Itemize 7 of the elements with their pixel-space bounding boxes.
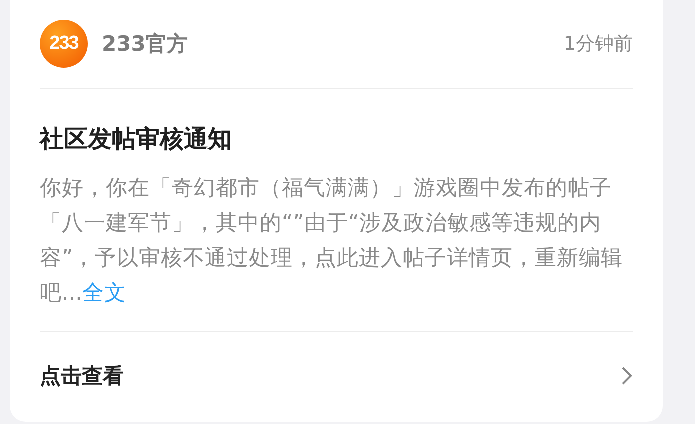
timestamp: 1分钟前 — [564, 32, 633, 57]
view-row[interactable]: 点击查看 — [40, 332, 633, 420]
notification-body: 你好，你在「奇幻都市（福气满满）」游戏圈中发布的帖子「八一建军节」，其中的“”由于“涉及政治敏感等违规的内容”，予以审核不通过处理，点此进入帖子详情页，重新编辑吧...全文 — [40, 171, 633, 332]
notification-title: 社区发帖审核通知 — [40, 124, 233, 155]
logo: 233 — [40, 20, 88, 68]
chevron-right-icon — [621, 366, 633, 386]
sender-name: 233官方 — [102, 31, 189, 58]
